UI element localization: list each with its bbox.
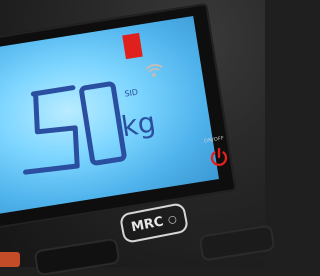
unit-label: kg [119, 105, 158, 144]
digit-zero [79, 81, 127, 166]
orange-indicator [0, 252, 20, 267]
digit-five [23, 85, 80, 175]
mrc-button-symbol: ○ [167, 213, 178, 226]
power-icon[interactable] [208, 146, 230, 168]
mrc-button-label: MRC [129, 213, 165, 235]
red-status-bar [122, 32, 143, 60]
wifi-signal-icon [145, 63, 163, 77]
